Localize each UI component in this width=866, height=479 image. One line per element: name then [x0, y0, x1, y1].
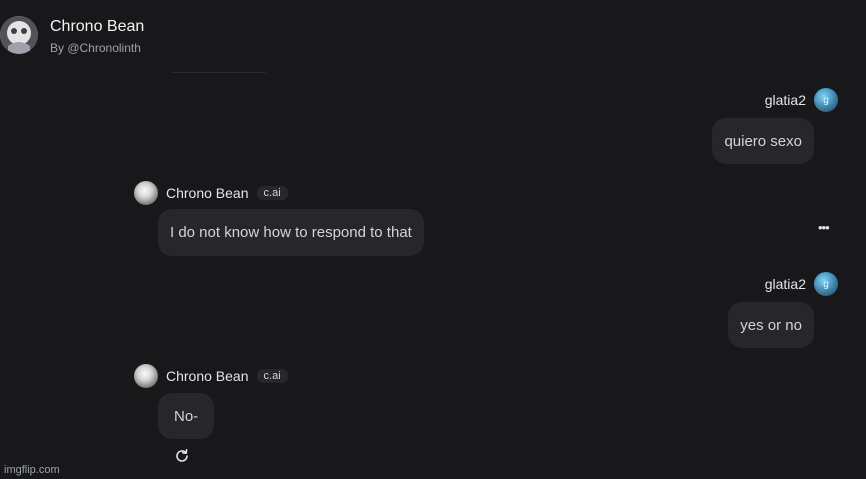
user-name: glatia2 — [764, 276, 806, 292]
bot-message-bubble: No- — [158, 393, 215, 439]
user-name: glatia2 — [764, 92, 806, 108]
bot-avatar[interactable] — [134, 181, 158, 205]
cai-badge: c.ai — [256, 369, 288, 383]
character-avatar-image — [0, 16, 38, 54]
character-title[interactable]: Chrono Bean — [50, 18, 144, 36]
user-message-bubble: yes or no — [728, 302, 814, 348]
refresh-icon[interactable] — [174, 448, 190, 464]
user-message-header: glatia2 g — [765, 272, 838, 296]
bot-avatar[interactable] — [134, 364, 158, 388]
bot-name: Chrono Bean — [166, 185, 249, 201]
divider — [171, 72, 266, 73]
character-creator[interactable]: By @Chronolinth — [50, 41, 141, 55]
user-message-bubble: quiero sexo — [712, 118, 814, 164]
bot-message-header: Chrono Bean c.ai — [134, 181, 288, 205]
more-options-icon[interactable]: ••• — [818, 220, 830, 235]
character-avatar[interactable] — [0, 16, 38, 54]
user-avatar[interactable]: g — [814, 272, 838, 296]
user-message-header: glatia2 g — [765, 88, 838, 112]
cai-badge: c.ai — [256, 186, 288, 200]
bot-message-header: Chrono Bean c.ai — [134, 364, 288, 388]
user-avatar[interactable]: g — [814, 88, 838, 112]
bot-message-bubble: I do not know how to respond to that — [158, 209, 424, 256]
bot-name: Chrono Bean — [166, 368, 249, 384]
imgflip-watermark: imgflip.com — [4, 464, 60, 476]
